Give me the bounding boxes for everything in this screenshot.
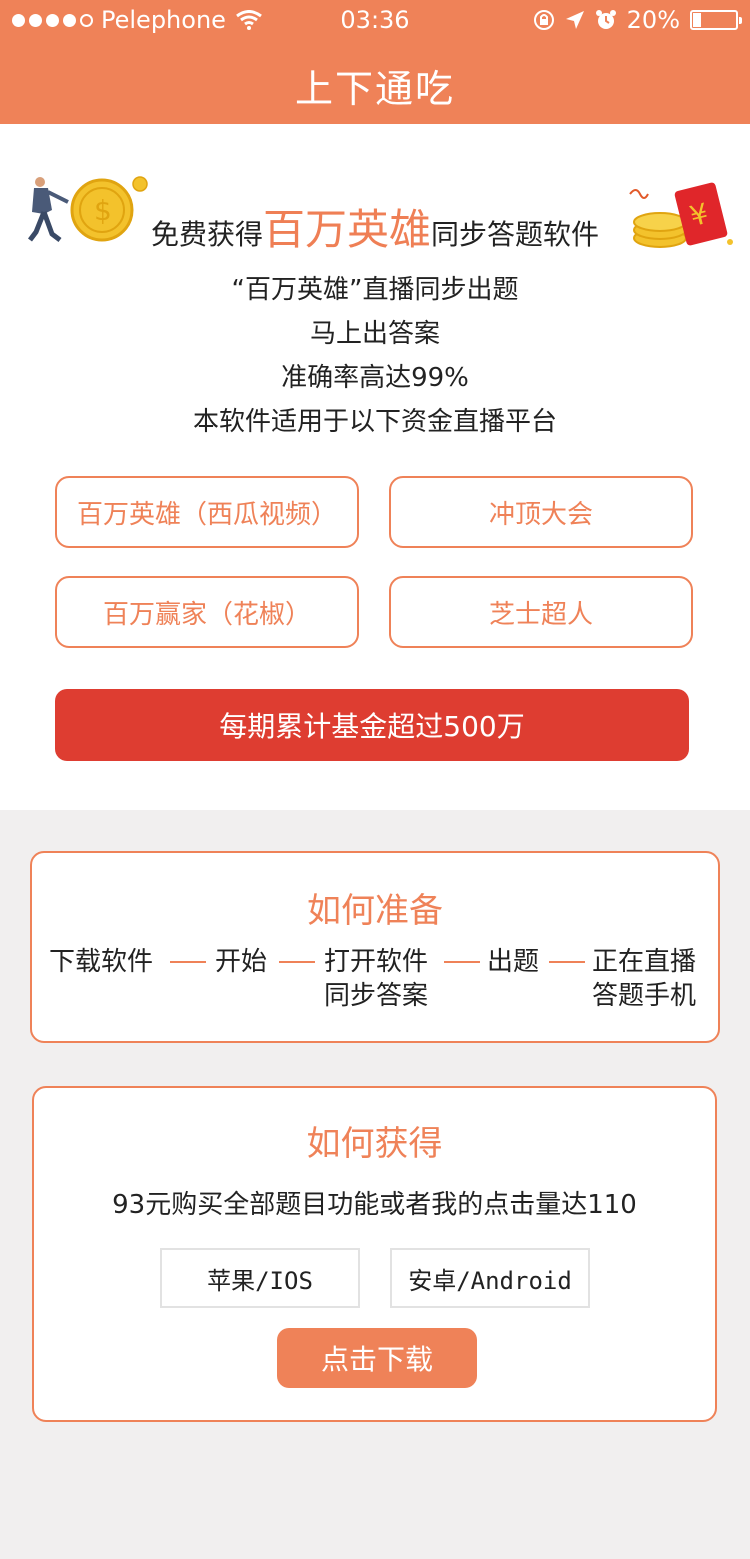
platform-button-zhishi-chaoren[interactable]: 芝士超人 (389, 576, 693, 648)
step-phone: 答题手机 (592, 981, 697, 1011)
status-right: 20% (533, 6, 742, 34)
page-title: 上下通吃 (294, 67, 455, 111)
status-bar: Pelephone 03:36 20% (0, 0, 750, 40)
step-start: 开始 (215, 947, 268, 977)
battery-level (693, 13, 702, 27)
fund-banner-button[interactable]: 每期累计基金超过500万 (55, 689, 689, 761)
step-download: 下载软件 (49, 947, 154, 977)
desc-line: “百万英雄”直播同步出题 (231, 275, 519, 305)
platform-button-chongding-dahui[interactable]: 冲顶大会 (389, 476, 693, 548)
step-connector (170, 961, 206, 963)
red-envelope-coins-illustration: ¥ (629, 182, 733, 248)
obtain-promo-text: 93元购买全部题目功能或者我的点击量达110 (112, 1190, 637, 1220)
desc-line: 本软件适用于以下资金直播平台 (192, 407, 557, 437)
download-button[interactable]: 点击下载 (277, 1328, 477, 1388)
step-connector (444, 961, 480, 963)
step-open-sync: 打开软件 同步答案 (324, 945, 428, 1013)
step-question: 出题 (487, 947, 540, 977)
alarm-icon (595, 10, 616, 29)
android-option-button[interactable]: 安卓/Android (390, 1248, 590, 1308)
desc-line: 准确率高达99% (281, 363, 469, 393)
desc-line: 马上出答案 (309, 319, 440, 349)
lock-rotation-icon (533, 10, 554, 30)
step-live: 正在直播 (592, 947, 697, 977)
hero-description: “百万英雄”直播同步出题 马上出答案 准确率高达99% 本软件适用于以下资金直播… (0, 268, 750, 444)
battery-percent: 20% (626, 6, 680, 34)
platform-button-baiwan-yingjia[interactable]: 百万赢家（花椒） (55, 576, 359, 648)
headline-suffix: 同步答题软件 (431, 218, 600, 251)
headline-highlight: 百万英雄 (262, 205, 431, 254)
platform-button-baiwan-yingxiong[interactable]: 百万英雄（西瓜视频） (55, 476, 359, 548)
step-connector (549, 961, 585, 963)
prepare-title: 如何准备 (307, 891, 443, 931)
prepare-steps: 下载软件 开始 打开软件 同步答案 出题 正在直播 答题手机 (32, 945, 718, 1025)
battery-icon (690, 10, 742, 30)
headline-prefix: 免费获得 (150, 218, 263, 251)
step-connector (279, 961, 315, 963)
hero-card: $ 免费获得百万英雄同步答题软件 ¥ “百万英雄”直播同步出题 马上出答案 准确… (0, 124, 750, 810)
obtain-title: 如何获得 (306, 1124, 443, 1164)
step-sync: 同步答案 (324, 981, 429, 1011)
ios-option-button[interactable]: 苹果/IOS (160, 1248, 360, 1308)
top-bar: Pelephone 03:36 20% 上下通吃 (0, 0, 750, 124)
step-live-phone: 正在直播 答题手机 (592, 945, 696, 1013)
location-arrow-icon (565, 11, 584, 29)
how-to-prepare-panel: 如何准备 下载软件 开始 打开软件 同步答案 出题 正在直播 答题手机 (30, 851, 720, 1043)
step-open: 打开软件 (324, 947, 429, 977)
how-to-obtain-panel: 如何获得 93元购买全部题目功能或者我的点击量达110 苹果/IOS 安卓/An… (32, 1086, 717, 1422)
